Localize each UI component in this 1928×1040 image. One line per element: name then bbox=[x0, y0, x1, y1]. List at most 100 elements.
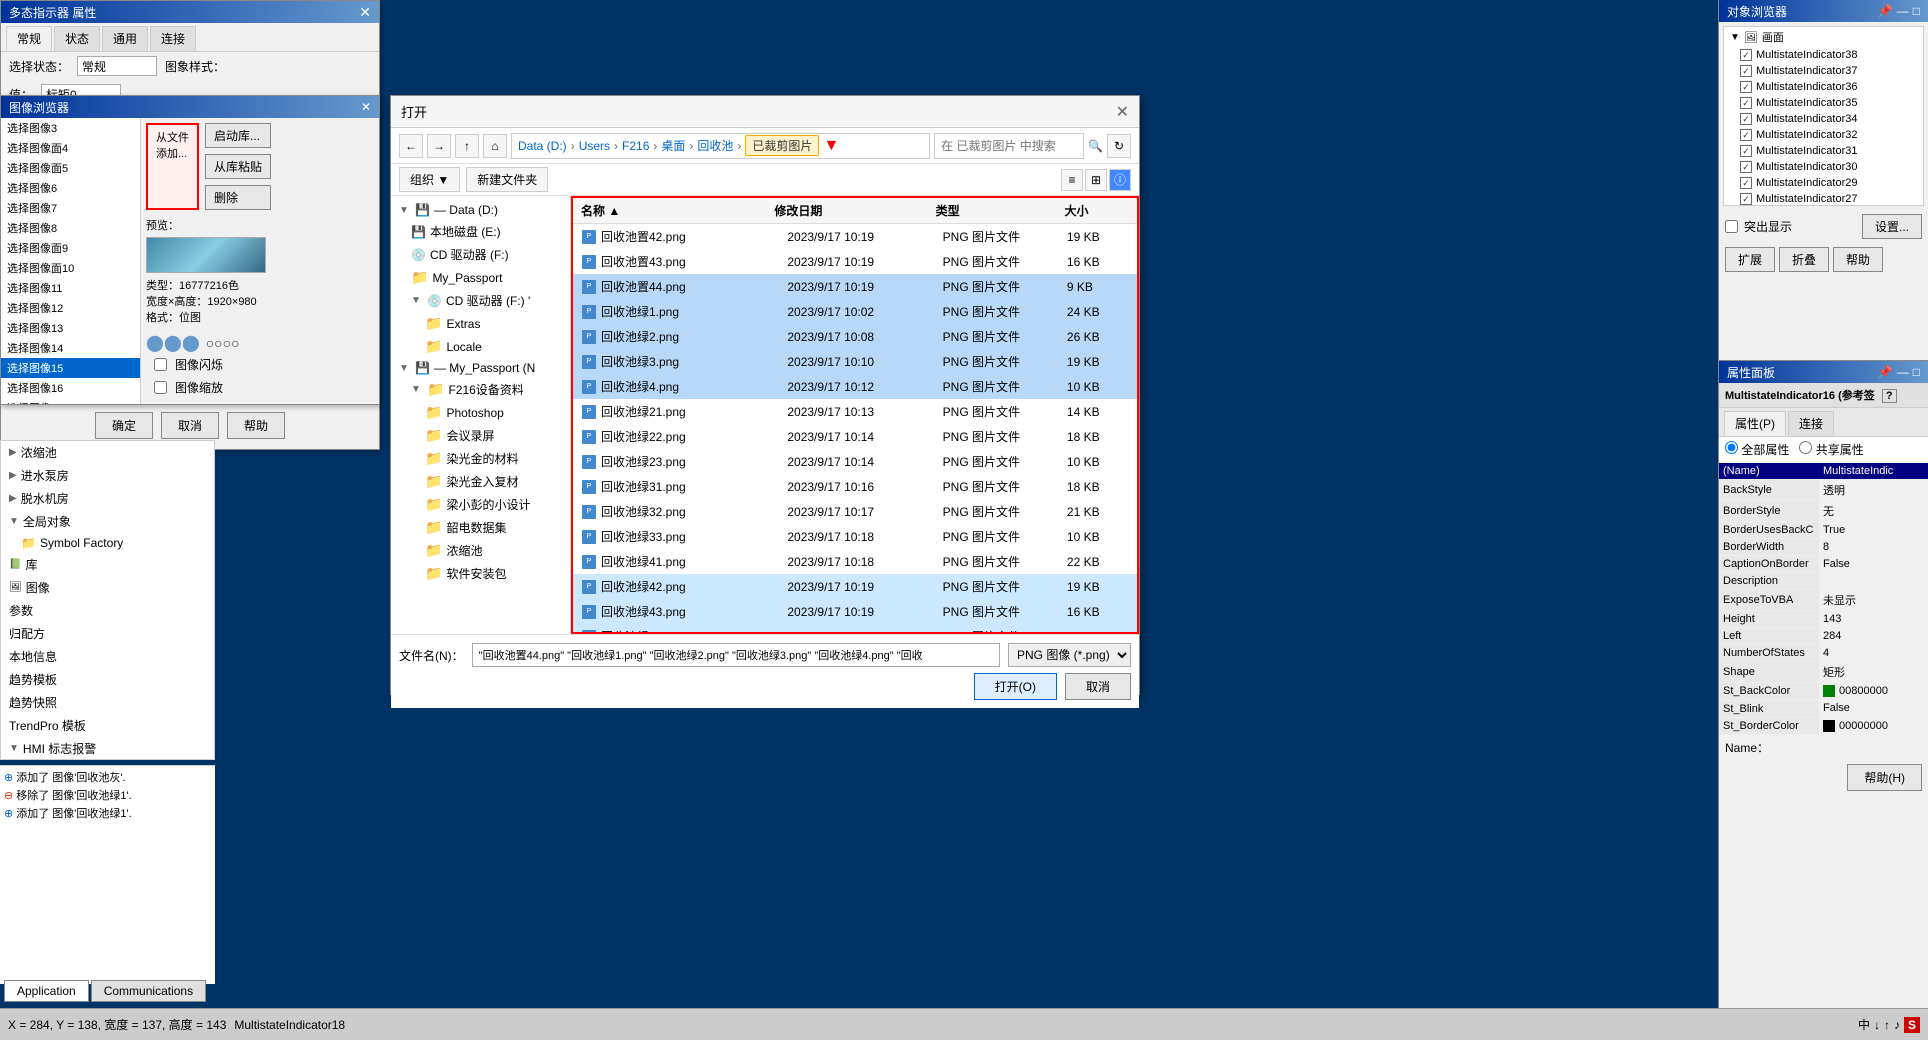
full-props-radio[interactable] bbox=[1725, 441, 1738, 454]
file-row[interactable]: P 回收池绿32.png 2023/9/17 10:17 PNG 图片文件 21… bbox=[573, 499, 1137, 524]
nav-up-btn[interactable]: ↑ bbox=[455, 134, 479, 158]
nav-item-lib[interactable]: 📗 库 bbox=[1, 553, 214, 576]
img-list-item[interactable]: 选择图像14 bbox=[1, 338, 140, 358]
breadcrumb-users[interactable]: Users bbox=[579, 139, 610, 153]
nav-item-trendpro[interactable]: TrendPro 模板 bbox=[1, 714, 214, 737]
tab-general[interactable]: 通用 bbox=[102, 26, 148, 51]
img-browser-help-btn[interactable]: 帮助 bbox=[227, 412, 285, 439]
tray-icon-zh[interactable]: 中 bbox=[1858, 1016, 1870, 1033]
img-list-item[interactable]: 选择图像12 bbox=[1, 298, 140, 318]
obj-item[interactable]: MultistateIndicator37 bbox=[1724, 63, 1923, 79]
tree-item[interactable]: 📁 Locale bbox=[391, 335, 570, 358]
select-state-input[interactable] bbox=[77, 56, 157, 76]
file-row[interactable]: P 回收池置43.png 2023/9/17 10:19 PNG 图片文件 16… bbox=[573, 249, 1137, 274]
img-browser-ok-btn[interactable]: 确定 bbox=[95, 412, 153, 439]
minimize-icon2[interactable]: — bbox=[1897, 365, 1909, 379]
file-row[interactable]: P 回收池绿1.png 2023/9/17 10:02 PNG 图片文件 24 … bbox=[573, 299, 1137, 324]
pin-icon2[interactable]: 📌 bbox=[1878, 365, 1893, 379]
filetype-select[interactable]: PNG 图像 (*.png) bbox=[1008, 643, 1131, 667]
search-input[interactable] bbox=[934, 133, 1084, 159]
expand-btn[interactable]: 扩展 bbox=[1725, 247, 1775, 272]
img-list-item[interactable]: 选择图像13 bbox=[1, 318, 140, 338]
highlight-checkbox[interactable] bbox=[1725, 220, 1738, 233]
obj-item[interactable]: MultistateIndicator31 bbox=[1724, 143, 1923, 159]
filename-input[interactable] bbox=[472, 643, 1000, 667]
obj-item[interactable]: MultistateIndicator34 bbox=[1724, 111, 1923, 127]
tree-item[interactable]: 📁 My_Passport bbox=[391, 266, 570, 289]
tree-item[interactable]: ▼ 💾 — My_Passport (N bbox=[391, 358, 570, 378]
nav-item-dewater[interactable]: ▶ 脱水机房 bbox=[1, 487, 214, 510]
tree-item[interactable]: 📁 染光金入复材 bbox=[391, 470, 570, 493]
nav-home-btn[interactable]: ⌂ bbox=[483, 134, 507, 158]
file-row[interactable]: P 回收池绿4.png 2023/9/17 10:12 PNG 图片文件 10 … bbox=[573, 374, 1137, 399]
img-list-item[interactable]: 选择图像8 bbox=[1, 218, 140, 238]
tray-icon-sound[interactable]: ♪ bbox=[1894, 1018, 1900, 1032]
minimize-icon[interactable]: — bbox=[1897, 4, 1909, 18]
nav-item-global[interactable]: ▼ 全局对象 bbox=[1, 510, 214, 533]
obj-item[interactable]: MultistateIndicator35 bbox=[1724, 95, 1923, 111]
obj-item[interactable]: MultistateIndicator38 bbox=[1724, 47, 1923, 63]
img-browser-close[interactable]: ✕ bbox=[361, 100, 371, 114]
tree-item[interactable]: ▼ 💿 CD 驱动器 (F:) ' bbox=[391, 289, 570, 312]
app-tab[interactable]: Application bbox=[4, 980, 89, 1002]
file-row[interactable]: P 回收池绿43.png 2023/9/17 10:19 PNG 图片文件 16… bbox=[573, 599, 1137, 624]
shared-props-radio[interactable] bbox=[1799, 441, 1812, 454]
img-list-item[interactable]: 选择图像面5 bbox=[1, 158, 140, 178]
tree-item[interactable]: 📁 软件安装包 bbox=[391, 562, 570, 585]
col-name[interactable]: 名称 ▲ bbox=[581, 202, 774, 219]
nav-item-trend-snapshot[interactable]: 趋势快照 bbox=[1, 691, 214, 714]
breadcrumb-data[interactable]: Data (D:) bbox=[518, 139, 567, 153]
nav-item-hmi-alarm[interactable]: ▼ HMI 标志报警 bbox=[1, 737, 214, 760]
dialog-close-btn[interactable]: ✕ bbox=[1116, 102, 1129, 122]
nav-item-pump[interactable]: ▶ 进水泵房 bbox=[1, 464, 214, 487]
img-list-item[interactable]: 选择图像3 bbox=[1, 118, 140, 138]
file-row[interactable]: P 回收池绿2.png 2023/9/17 10:08 PNG 图片文件 26 … bbox=[573, 324, 1137, 349]
nav-item-tank[interactable]: ▶ 浓缩池 bbox=[1, 441, 214, 464]
maximize-icon2[interactable]: □ bbox=[1913, 365, 1920, 379]
dialog-open-btn[interactable]: 打开(O) bbox=[974, 673, 1057, 700]
launch-lib-btn[interactable]: 启动库... bbox=[205, 123, 271, 148]
refresh-btn[interactable]: ↻ bbox=[1107, 134, 1131, 158]
collapse-btn[interactable]: 折叠 bbox=[1779, 247, 1829, 272]
obj-item[interactable]: MultistateIndicator36 bbox=[1724, 79, 1923, 95]
file-row[interactable]: P 回收池绿31.png 2023/9/17 10:16 PNG 图片文件 18… bbox=[573, 474, 1137, 499]
from-file-btn[interactable]: 从文件添加... bbox=[146, 123, 199, 210]
obj-item[interactable]: MultistateIndicator29 bbox=[1724, 175, 1923, 191]
tree-item[interactable]: 📁 梁小彭的小设计 bbox=[391, 493, 570, 516]
settings-btn[interactable]: 设置... bbox=[1862, 214, 1922, 239]
pin-icon[interactable]: 📌 bbox=[1878, 4, 1893, 18]
new-folder-btn[interactable]: 新建文件夹 bbox=[466, 167, 548, 192]
nav-forward-btn[interactable]: → bbox=[427, 134, 451, 158]
tree-item[interactable]: 📁 染光金的材料 bbox=[391, 447, 570, 470]
search-icon[interactable]: 🔍 bbox=[1088, 139, 1103, 153]
img-list-item[interactable]: 选择图像17 bbox=[1, 398, 140, 404]
obj-item[interactable]: MultistateIndicator30 bbox=[1724, 159, 1923, 175]
file-row[interactable]: P 回收池绿41.png 2023/9/17 10:18 PNG 图片文件 22… bbox=[573, 549, 1137, 574]
full-props-radio-label[interactable]: 全部属性 bbox=[1725, 441, 1789, 458]
tree-item[interactable]: 📁 韶电数据集 bbox=[391, 516, 570, 539]
nav-item-trend-template[interactable]: 趋势模板 bbox=[1, 668, 214, 691]
file-row[interactable]: P 回收池绿21.png 2023/9/17 10:13 PNG 图片文件 14… bbox=[573, 399, 1137, 424]
file-row[interactable]: P 回收池绿23.png 2023/9/17 10:14 PNG 图片文件 10… bbox=[573, 449, 1137, 474]
img-flash-checkbox[interactable] bbox=[154, 358, 167, 371]
shared-props-radio-label[interactable]: 共享属性 bbox=[1799, 441, 1863, 458]
breadcrumb-current[interactable]: 已裁剪图片 bbox=[745, 135, 819, 156]
img-list-item[interactable]: 选择图像11 bbox=[1, 278, 140, 298]
col-type[interactable]: 类型 bbox=[936, 202, 1065, 219]
file-row[interactable]: P 回收池置44.png 2023/9/17 10:19 PNG 图片文件 9 … bbox=[573, 274, 1137, 299]
nav-item-symbol-factory[interactable]: 📁 Symbol Factory bbox=[1, 533, 214, 553]
tray-icon-down[interactable]: ↓ bbox=[1874, 1018, 1880, 1032]
file-row[interactable]: P 回收池绿42.png 2023/9/17 10:19 PNG 图片文件 19… bbox=[573, 574, 1137, 599]
nav-item-local-info[interactable]: 本地信息 bbox=[1, 645, 214, 668]
tree-item-photoshop[interactable]: 📁 Photoshop bbox=[391, 401, 570, 424]
tab-props[interactable]: 属性(P) bbox=[1724, 411, 1786, 436]
file-row[interactable]: P 回收池绿22.png 2023/9/17 10:14 PNG 图片文件 18… bbox=[573, 424, 1137, 449]
dialog-cancel-btn[interactable]: 取消 bbox=[1065, 673, 1131, 700]
organize-btn[interactable]: 组织 ▼ bbox=[399, 167, 460, 192]
paste-from-lib-btn[interactable]: 从库粘贴 bbox=[205, 154, 271, 179]
tab-regular[interactable]: 常规 bbox=[6, 26, 52, 51]
col-size[interactable]: 大小 bbox=[1065, 202, 1129, 219]
view-info-btn[interactable]: ⓘ bbox=[1109, 169, 1131, 191]
file-row[interactable]: P 回收池绿3.png 2023/9/17 10:10 PNG 图片文件 19 … bbox=[573, 349, 1137, 374]
props-help-btn[interactable]: 帮助(H) bbox=[1847, 764, 1922, 791]
